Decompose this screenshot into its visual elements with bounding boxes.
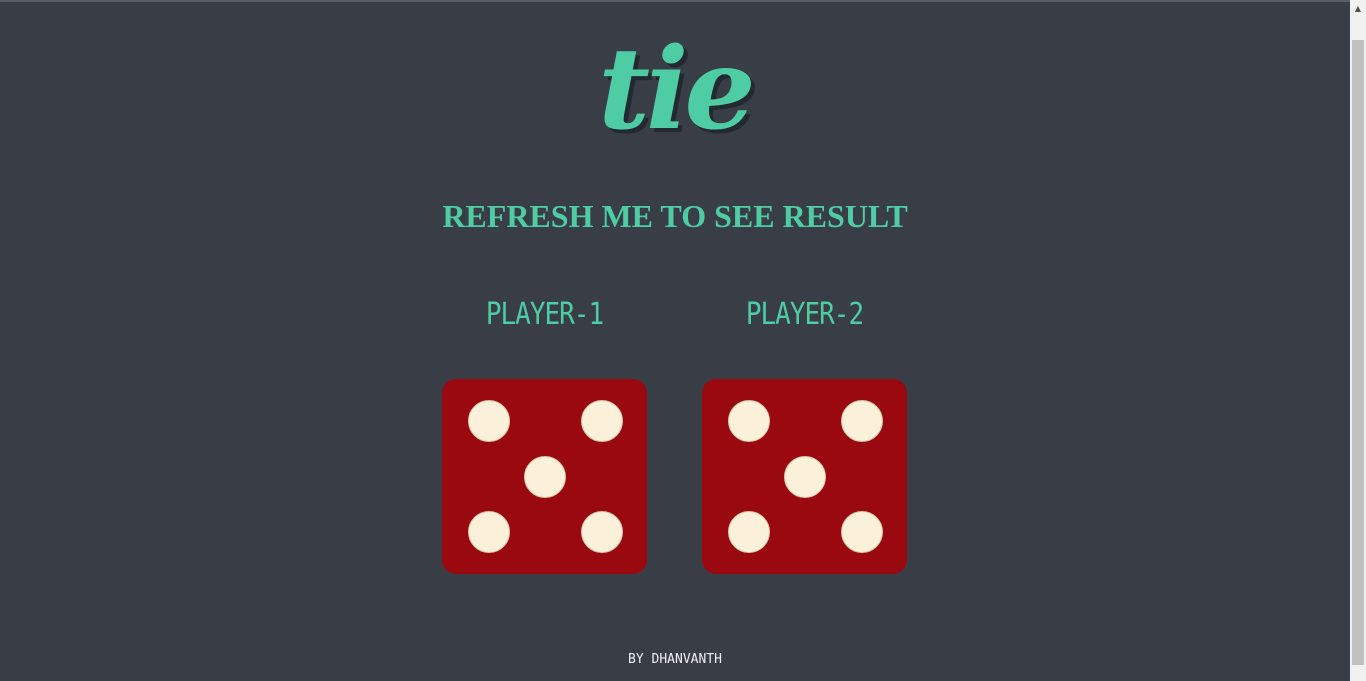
die-pip [728, 511, 770, 553]
player-1-die [442, 379, 647, 574]
die-pip [841, 511, 883, 553]
player-1-label: PLAYER-1 [485, 297, 604, 333]
die-pip [468, 511, 510, 553]
die-pip [468, 400, 510, 442]
die-pip [581, 511, 623, 553]
player-2-die [702, 379, 907, 574]
triangle-up-icon[interactable]: ▲ [1350, 0, 1366, 17]
die-pip [581, 400, 623, 442]
result-title: tie [598, 24, 756, 155]
die-pip [728, 400, 770, 442]
author-credit: BY DHANVANTH [628, 652, 722, 667]
die-pip [841, 400, 883, 442]
die-pip [784, 456, 826, 498]
die-pip [524, 456, 566, 498]
vertical-scrollbar[interactable]: ▲ [1350, 0, 1366, 681]
top-border [0, 0, 1350, 2]
scrollbar-thumb[interactable] [1352, 40, 1364, 665]
refresh-instruction: REFRESH ME TO SEE RESULT [442, 198, 908, 234]
player-2-label: PLAYER-2 [745, 297, 864, 333]
